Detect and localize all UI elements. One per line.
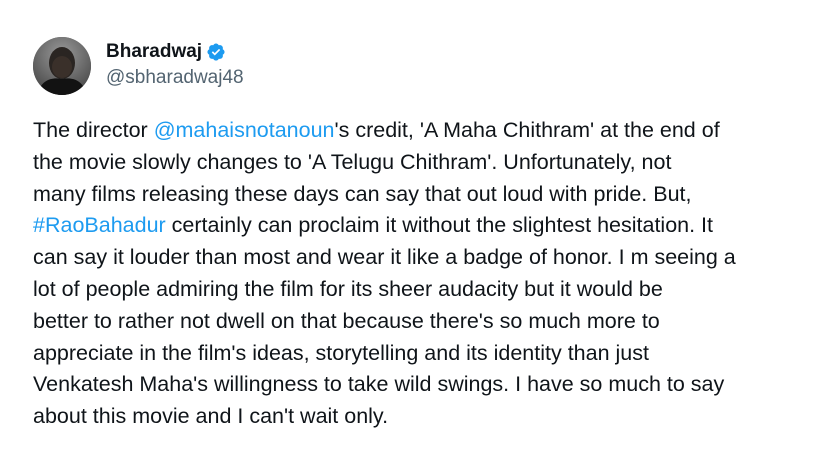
text-segment: 's credit, 'A Maha Chithram' at the end … — [334, 118, 720, 142]
tweet-line: The director @mahaisnotanoun's credit, '… — [33, 115, 803, 147]
tweet-line: the movie slowly changes to 'A Telugu Ch… — [33, 149, 672, 174]
text-segment: The director — [33, 118, 154, 142]
name-row: Bharadwaj — [106, 40, 244, 64]
tweet-line: can say it louder than most and wear it … — [33, 245, 736, 270]
hashtag-link[interactable]: #RaoBahadur — [33, 213, 166, 237]
display-name[interactable]: Bharadwaj — [106, 41, 202, 63]
tweet-card: Bharadwaj @sbharadwaj48 The director @ma… — [0, 0, 828, 466]
author-block: Bharadwaj @sbharadwaj48 — [106, 40, 244, 89]
tweet-line: appreciate in the film's ideas, storytel… — [33, 340, 649, 365]
tweet-text: The director @mahaisnotanoun's credit, '… — [33, 115, 803, 433]
tweet-line: Venkatesh Maha's willingness to take wil… — [33, 372, 725, 397]
avatar-photo-icon — [33, 37, 91, 95]
verified-badge-icon — [206, 42, 226, 62]
mention-link[interactable]: @mahaisnotanoun — [154, 118, 335, 142]
text-segment: certainly can proclaim it without the sl… — [165, 213, 714, 238]
tweet-line: better to rather not dwell on that becau… — [33, 308, 660, 333]
avatar[interactable] — [33, 37, 91, 95]
handle[interactable]: @sbharadwaj48 — [106, 67, 244, 89]
tweet-line: about this movie and I can't wait only. — [33, 404, 389, 429]
tweet-line: lot of people admiring the film for its … — [33, 276, 663, 301]
tweet-line: many films releasing these days can say … — [33, 181, 692, 206]
tweet-line: #RaoBahadur certainly can proclaim it wi… — [33, 210, 803, 242]
